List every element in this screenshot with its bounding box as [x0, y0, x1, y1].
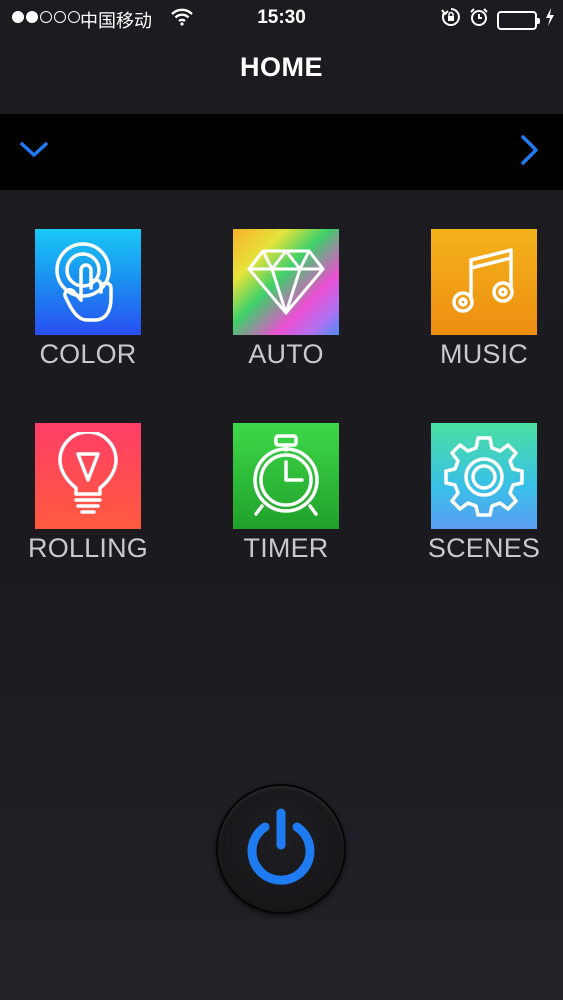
alarm-clock-icon: [233, 423, 339, 529]
auto-tile-label: AUTO: [248, 339, 324, 369]
status-bar: 中国移动 15:30: [0, 0, 563, 38]
diamond-icon: [233, 229, 339, 335]
gear-icon: [431, 423, 537, 529]
power-button[interactable]: [216, 784, 346, 914]
rolling-tile[interactable]: ROLLING: [13, 423, 163, 564]
auto-tile[interactable]: AUTO: [211, 229, 361, 370]
rolling-tile-label: ROLLING: [28, 533, 148, 563]
rotation-lock-icon: [441, 7, 461, 33]
music-tile[interactable]: MUSIC: [409, 229, 559, 370]
page-title: HOME: [240, 52, 323, 82]
power-icon: [243, 807, 319, 892]
light-bulb-icon: [35, 423, 141, 529]
alarm-icon: [469, 7, 489, 33]
battery-icon: [497, 10, 540, 30]
music-tile-label: MUSIC: [440, 339, 528, 369]
timer-tile-label: TIMER: [243, 533, 329, 563]
touch-hand-icon: [35, 229, 141, 335]
chevron-right-icon[interactable]: [519, 134, 541, 166]
device-selector-bar[interactable]: [0, 114, 563, 190]
charging-icon: [545, 8, 555, 32]
color-tile-label: COLOR: [39, 339, 137, 369]
music-note-icon: [431, 229, 537, 335]
timer-tile[interactable]: TIMER: [211, 423, 361, 564]
scenes-tile-label: SCENES: [427, 533, 541, 563]
scenes-tile[interactable]: SCENES: [409, 423, 559, 564]
color-tile[interactable]: COLOR: [13, 229, 163, 370]
chevron-down-icon[interactable]: [18, 140, 50, 160]
